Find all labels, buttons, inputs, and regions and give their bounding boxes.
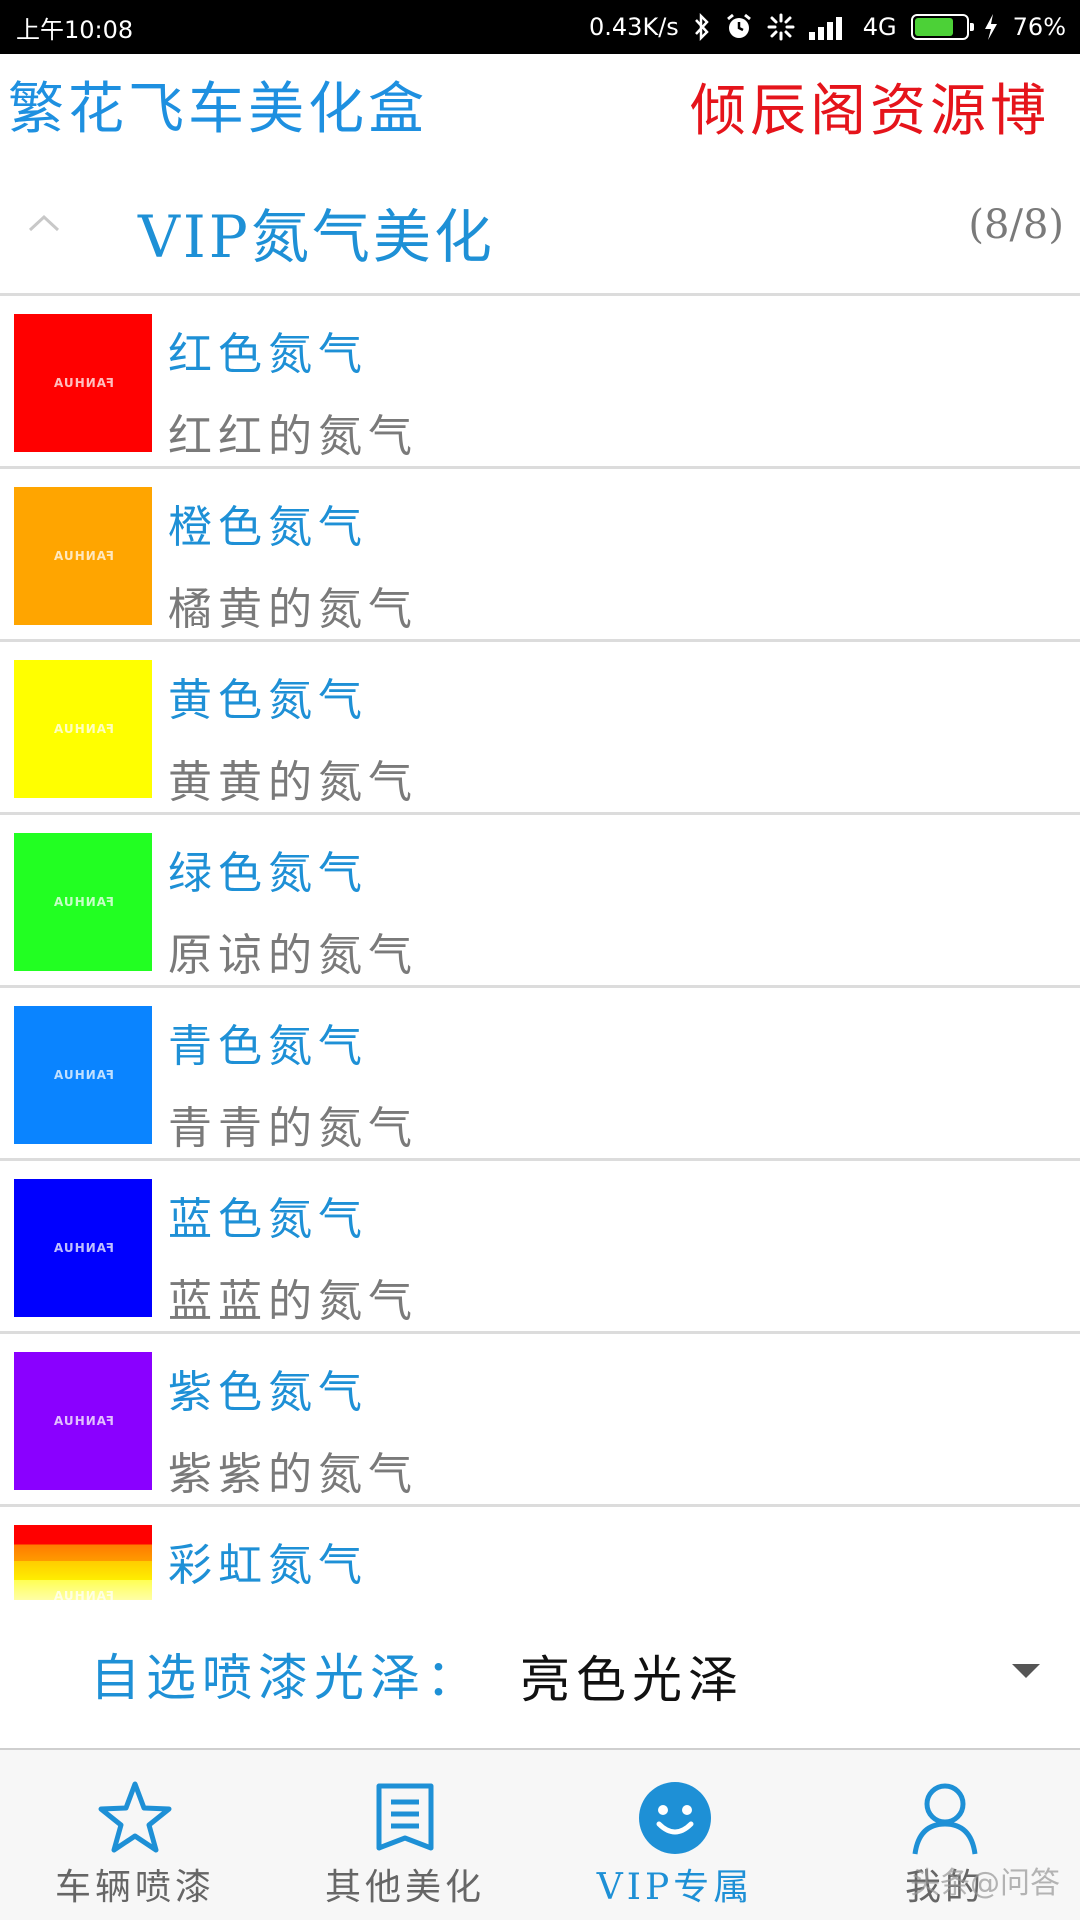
thumb-logo-text: FANHUA [52, 1068, 114, 1082]
battery-icon [910, 14, 974, 40]
bluetooth-icon [693, 12, 711, 42]
item-title: 青色氮气 [168, 1021, 368, 1072]
signal-icon [808, 12, 849, 42]
section-title: VIP氮气美化 [138, 203, 495, 271]
status-bar: 上午10:08 0.43K/s 4G 76% [0, 0, 1080, 54]
color-swatch: FANHUA [14, 1352, 152, 1490]
alarm-icon [725, 12, 753, 42]
gloss-selector[interactable]: 自选喷漆光泽： 亮色光泽 [0, 1600, 1080, 1750]
gloss-label: 自选喷漆光泽： [90, 1649, 482, 1707]
color-swatch: FANHUA [14, 1525, 152, 1600]
item-desc: 蓝蓝的氮气 [168, 1276, 418, 1327]
smiley-icon [635, 1778, 715, 1858]
thumb-logo-text: FANHUA [52, 1414, 114, 1428]
section-count: (8/8) [968, 202, 1064, 248]
nav-item-vip[interactable]: VIP专属 [540, 1750, 810, 1920]
section-header[interactable]: VIP氮气美化 (8/8) [0, 154, 1080, 296]
item-title: 绿色氮气 [168, 848, 368, 899]
chevron-up-icon[interactable] [24, 204, 64, 244]
color-swatch: FANHUA [14, 660, 152, 798]
loading-icon [767, 12, 795, 42]
item-title: 红色氮气 [168, 329, 368, 380]
list-item[interactable]: FANHUA 橙色氮气 橘黄的氮气 [0, 469, 1080, 642]
color-swatch: FANHUA [14, 487, 152, 625]
item-desc: 橘黄的氮气 [168, 584, 418, 635]
thumb-logo-text: FANHUA [52, 895, 114, 909]
list-item[interactable]: FANHUA 黄色氮气 黄黄的氮气 [0, 642, 1080, 815]
item-desc: 原谅的氮气 [168, 930, 418, 981]
network-type: 4G [862, 13, 897, 41]
book-icon [365, 1778, 445, 1858]
item-title: 紫色氮气 [168, 1367, 368, 1418]
battery-percent: 76% [1012, 13, 1066, 41]
header-banner: 繁花飞车美化盒 倾辰阁资源博 [0, 54, 1080, 154]
item-desc: 紫紫的氮气 [168, 1449, 418, 1500]
nav-label: 其他美化 [324, 1867, 485, 1908]
status-time: 上午10:08 [16, 15, 134, 44]
item-title: 黄色氮气 [168, 675, 368, 726]
banner-source-name: 倾辰阁资源博 [690, 79, 1050, 144]
item-title: 彩虹氮气 [168, 1540, 368, 1591]
list-item[interactable]: FANHUA 青色氮气 青青的氮气 [0, 988, 1080, 1161]
charging-icon [983, 12, 999, 42]
nav-item-vehicle-paint[interactable]: 车辆喷漆 [0, 1750, 270, 1920]
list-item[interactable]: FANHUA 彩虹氮气 [0, 1507, 1080, 1600]
nav-label: 车辆喷漆 [54, 1867, 215, 1908]
thumb-logo-text: FANHUA [52, 376, 114, 390]
watermark: 头条@问答 [910, 1866, 1060, 1901]
item-desc: 黄黄的氮气 [168, 757, 418, 808]
dropdown-arrow-icon[interactable] [1012, 1664, 1040, 1678]
color-swatch: FANHUA [14, 314, 152, 452]
list-item[interactable]: FANHUA 红色氮气 红红的氮气 [0, 296, 1080, 469]
nitro-list: FANHUA 红色氮气 红红的氮气 FANHUA 橙色氮气 橘黄的氮气 FANH… [0, 296, 1080, 1600]
color-swatch: FANHUA [14, 833, 152, 971]
list-item[interactable]: FANHUA 蓝色氮气 蓝蓝的氮气 [0, 1161, 1080, 1334]
nav-item-other-beautify[interactable]: 其他美化 [270, 1750, 540, 1920]
item-title: 蓝色氮气 [168, 1194, 368, 1245]
item-title: 橙色氮气 [168, 502, 368, 553]
color-swatch: FANHUA [14, 1179, 152, 1317]
list-item[interactable]: FANHUA 绿色氮气 原谅的氮气 [0, 815, 1080, 988]
list-item[interactable]: FANHUA 紫色氮气 紫紫的氮气 [0, 1334, 1080, 1507]
thumb-logo-text: FANHUA [52, 549, 114, 563]
user-icon [905, 1778, 985, 1858]
color-swatch: FANHUA [14, 1006, 152, 1144]
thumb-logo-text: FANHUA [52, 1589, 114, 1600]
gloss-select-value[interactable]: 亮色光泽 [520, 1640, 744, 1712]
thumb-logo-text: FANHUA [52, 1241, 114, 1255]
nav-label: VIP专属 [596, 1867, 754, 1908]
item-desc: 红红的氮气 [168, 411, 418, 462]
thumb-logo-text: FANHUA [52, 722, 114, 736]
item-desc: 青青的氮气 [168, 1103, 418, 1154]
star-icon [95, 1778, 175, 1858]
network-speed: 0.43K/s [589, 13, 679, 41]
banner-app-name: 繁花飞车美化盒 [8, 77, 428, 142]
